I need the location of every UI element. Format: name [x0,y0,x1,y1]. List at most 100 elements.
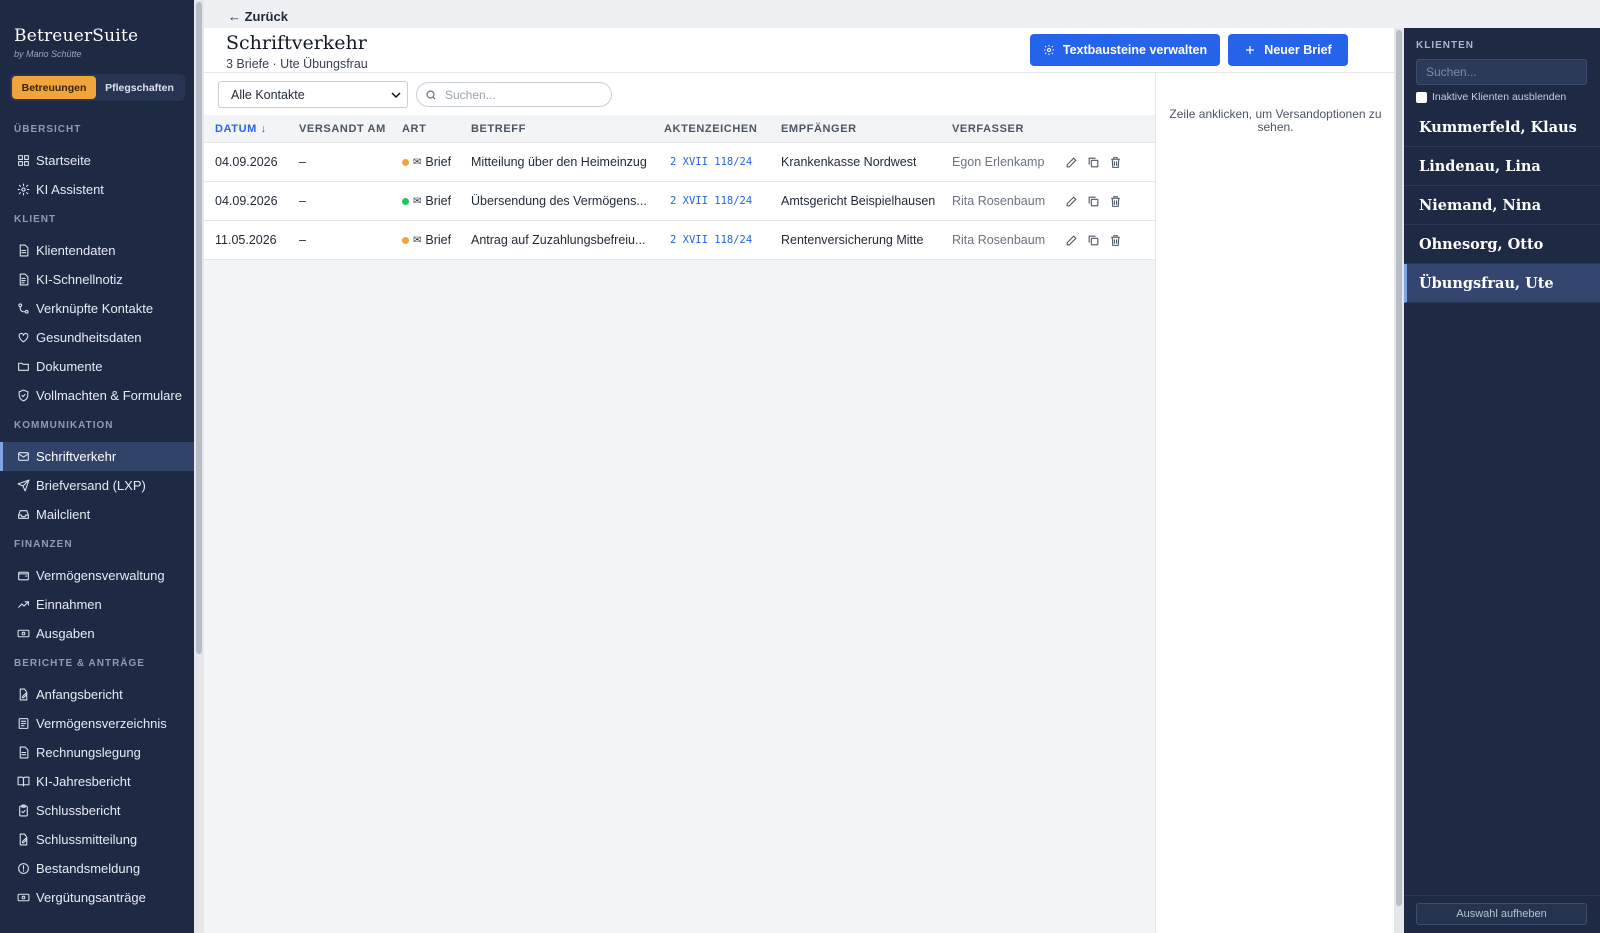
alert-icon [16,862,30,876]
sidebar-item-label: Gesundheitsdaten [36,330,142,345]
page-subtitle: 3 Briefe · Ute Übungsfrau [226,57,368,71]
sidebar-item-label: Rechnungslegung [36,745,141,760]
sidebar-item-schriftverkehr[interactable]: Schriftverkehr [0,442,194,471]
cell-versandt: – [299,155,306,169]
client-list-item[interactable]: Übungsfrau, Ute [1404,264,1600,303]
plus-icon [1244,44,1256,56]
sidebar-item-briefversand-lxp[interactable]: Briefversand (LXP) [0,471,194,500]
col-empfaenger[interactable]: EMPFÄNGER [781,115,857,143]
sidebar-item-anfangsbericht[interactable]: Anfangsbericht [0,680,194,709]
edit-icon[interactable] [1064,194,1079,209]
main-scrollbar[interactable] [1394,28,1404,933]
sidebar-item-bestandsmeldung[interactable]: Bestandsmeldung [0,854,194,883]
client-panel-title: KLIENTEN [1416,40,1474,51]
textbausteine-button[interactable]: Textbausteine verwalten [1030,34,1220,66]
client-list-item[interactable]: Niemand, Nina [1404,186,1600,225]
chevron-down-icon [391,92,401,99]
sidebar-item-label: KI-Schnellnotiz [36,272,123,287]
table-row[interactable]: 11.05.2026 – Antrag auf Zuzahlungsbefreiu.… [204,221,1155,260]
gear-icon [1043,44,1055,56]
sidebar-item-startseite[interactable]: Startseite [0,146,194,175]
heart-icon [16,331,30,345]
trend-up-icon [16,598,30,612]
clear-selection-button[interactable]: Auswahl aufheben [1416,903,1587,925]
mail-icon [16,450,30,464]
new-letter-button-label: Neuer Brief [1264,43,1332,57]
table-row[interactable]: 04.09.2026 – Mitteilung über den Heimeinzu… [204,143,1155,182]
page-title: Schriftverkehr [226,32,367,54]
sidebar-item-gesundheitsdaten[interactable]: Gesundheitsdaten [0,323,194,352]
sidebar-item-vermögensverwaltung[interactable]: Vermögensverwaltung [0,561,194,590]
row-actions [1064,155,1123,170]
sidebar-item-verknüpfte-kontakte[interactable]: Verknüpfte Kontakte [0,294,194,323]
client-search-placeholder: Suchen... [1426,65,1477,79]
contact-filter-select[interactable]: Alle Kontakte [218,81,408,108]
mode-betreuungen-button[interactable]: Betreuungen [12,76,96,99]
back-link[interactable]: ← Zurück [228,9,288,24]
hide-inactive-checkbox[interactable] [1416,91,1427,103]
col-art[interactable]: ART [402,115,426,143]
sidebar-item-vollmachten-formulare[interactable]: Vollmachten & Formulare [0,381,194,410]
copy-icon[interactable] [1086,233,1101,248]
sidebar-item-label: Vollmachten & Formulare [36,388,182,403]
cell-datum: 04.09.2026 [215,155,278,169]
sidebar-item-mailclient[interactable]: Mailclient [0,500,194,529]
trash-icon[interactable] [1108,194,1123,209]
client-list-item[interactable]: Ohnesorg, Otto [1404,225,1600,264]
col-datum[interactable]: DATUM ↓ [215,115,267,143]
sidebar-item-label: KI-Jahresbericht [36,774,131,789]
col-aktenzeichen[interactable]: AKTENZEICHEN [664,115,757,143]
sidebar-item-dokumente[interactable]: Dokumente [0,352,194,381]
sidebar-item-ki-assistent[interactable]: KI Assistent [0,175,194,204]
copy-icon[interactable] [1086,194,1101,209]
col-betreff[interactable]: BETREFF [471,115,526,143]
client-search-input[interactable]: Suchen... [1416,59,1587,85]
hide-inactive-toggle[interactable]: Inaktive Klienten ausblenden [1416,91,1566,103]
sidebar-scrollbar-thumb[interactable] [196,2,202,654]
sidebar-item-vergütungsanträge[interactable]: Vergütungsanträge [0,883,194,912]
envelope-icon: ✉ [413,196,422,207]
mode-pflegschaften-button[interactable]: Pflegschaften [96,76,183,99]
filter-bar: Alle Kontakte Suchen... [204,73,1155,115]
sidebar-item-schlussmitteilung[interactable]: Schlussmitteilung [0,825,194,854]
letter-search-placeholder: Suchen... [445,87,496,102]
sidebar-item-label: Einnahmen [36,597,102,612]
content: Alle Kontakte Suchen... DATUM ↓ VERSANDT… [204,73,1394,933]
sidebar-scrollbar[interactable] [194,0,204,933]
status-dot [402,237,409,244]
cell-az[interactable]: 2 XVII 118/24 [670,143,752,182]
sidebar-item-ausgaben[interactable]: Ausgaben [0,619,194,648]
new-letter-button[interactable]: Neuer Brief [1228,34,1348,66]
sidebar-item-einnahmen[interactable]: Einnahmen [0,590,194,619]
page-header: Schriftverkehr 3 Briefe · Ute Übungsfrau… [204,28,1394,73]
sidebar-item-label: Schlussmitteilung [36,832,138,847]
trash-icon[interactable] [1108,155,1123,170]
copy-icon[interactable] [1086,155,1101,170]
cell-az[interactable]: 2 XVII 118/24 [670,221,752,260]
sidebar-item-ki-jahresbericht[interactable]: KI-Jahresbericht [0,767,194,796]
cell-az[interactable]: 2 XVII 118/24 [670,182,752,221]
wallet-icon [16,569,30,583]
edit-icon[interactable] [1064,155,1079,170]
mode-switch: Betreuungen Pflegschaften [10,74,185,101]
sidebar-item-ki-schnellnotiz[interactable]: KI-Schnellnotiz [0,265,194,294]
row-actions [1064,233,1123,248]
sidebar-item-label: Klientendaten [36,243,116,258]
sidebar-item-vermögensverzeichnis[interactable]: Vermögensverzeichnis [0,709,194,738]
table-row[interactable]: 04.09.2026 – Übersendung des Vermögens... 2… [204,182,1155,221]
sidebar-item-label: Vergütungsanträge [36,890,146,905]
sidebar-item-klientendaten[interactable]: Klientendaten [0,236,194,265]
trash-icon[interactable] [1108,233,1123,248]
sidebar-item-rechnungslegung[interactable]: Rechnungslegung [0,738,194,767]
sort-desc-icon: ↓ [260,123,267,135]
main-scrollbar-thumb[interactable] [1396,30,1402,906]
client-list-item[interactable]: Kummerfeld, Klaus [1404,108,1600,147]
col-verfasser[interactable]: VERFASSER [952,115,1024,143]
col-versandt[interactable]: VERSANDT AM [299,115,386,143]
brand: BetreuerSuite by Mario Schütte [14,26,138,59]
client-list-item[interactable]: Lindenau, Lina [1404,147,1600,186]
sidebar-item-label: Dokumente [36,359,103,374]
letter-search-input[interactable]: Suchen... [416,82,612,107]
edit-icon[interactable] [1064,233,1079,248]
sidebar-item-schlussbericht[interactable]: Schlussbericht [0,796,194,825]
